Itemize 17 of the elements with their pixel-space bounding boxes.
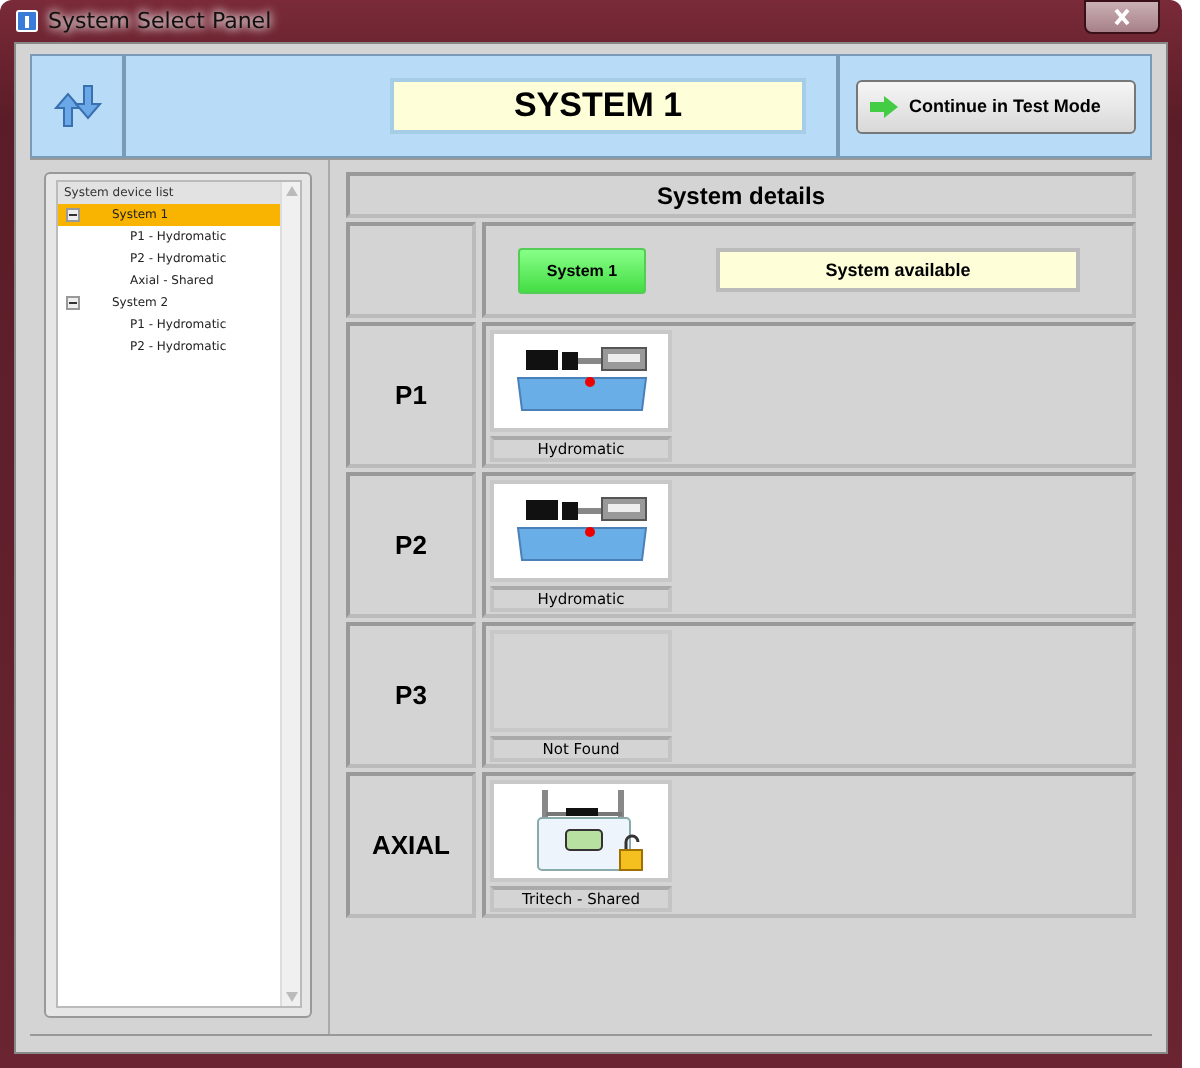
collapse-icon[interactable] [66, 208, 80, 222]
row-label: P2 [346, 472, 476, 618]
close-icon [1112, 8, 1132, 26]
arrow-icon [869, 95, 897, 117]
empty-cell [346, 222, 476, 318]
status-display: System available [716, 248, 1080, 292]
close-button[interactable] [1084, 0, 1160, 34]
app-icon [16, 10, 38, 32]
window-title: System Select Panel [48, 8, 272, 34]
row-label: AXIAL [346, 772, 476, 918]
details-title: System details [346, 172, 1136, 218]
system-name-display: SYSTEM 1 [390, 78, 806, 134]
system-button[interactable]: System 1 [518, 247, 646, 293]
row-label: P1 [346, 322, 476, 468]
collapse-icon[interactable] [66, 296, 80, 310]
continue-button[interactable]: Continue in Test Mode [855, 79, 1135, 133]
row-label: P3 [346, 622, 476, 768]
